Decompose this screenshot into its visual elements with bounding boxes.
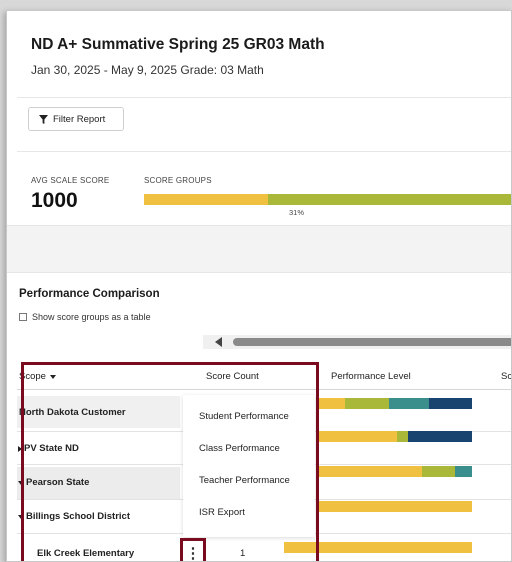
row-label-text: Pearson State	[26, 477, 90, 488]
bar-segment[interactable]	[407, 431, 472, 442]
scope-header-label: Scope	[19, 371, 46, 382]
bar-segment[interactable]	[319, 501, 472, 512]
performance-comparison-title: Performance Comparison	[19, 288, 160, 300]
bar-segment[interactable]	[319, 398, 345, 409]
performance-level-bar[interactable]	[319, 431, 472, 442]
row-label-text: North Dakota Customer	[19, 407, 126, 418]
table-row-label[interactable]: Pearson State	[18, 477, 89, 488]
row-context-menu: Student Performance Class Performance Te…	[183, 395, 315, 537]
menu-item-isr-export[interactable]: ISR Export	[199, 507, 245, 518]
collapse-down-icon[interactable]	[18, 480, 24, 485]
score-count-value: 1	[240, 548, 246, 559]
bar-segment[interactable]	[284, 542, 472, 553]
divider	[17, 97, 511, 98]
performance-level-bar[interactable]	[319, 466, 472, 477]
sort-caret-icon	[49, 374, 56, 379]
expand-right-icon[interactable]	[18, 445, 22, 452]
show-table-label: Show score groups as a table	[32, 312, 151, 322]
truncated-column-header[interactable]: Sc	[501, 371, 511, 382]
kebab-menu-icon[interactable]: ⋮	[180, 538, 206, 561]
filter-report-label: Filter Report	[53, 113, 106, 125]
filter-report-button[interactable]: Filter Report	[28, 107, 124, 131]
bar-segment[interactable]	[455, 466, 472, 477]
bar-segment[interactable]	[397, 431, 408, 442]
performance-level-column-header[interactable]: Performance Level	[331, 371, 411, 382]
score-groups-bar[interactable]	[144, 194, 511, 205]
funnel-icon	[39, 114, 48, 124]
empty-band	[7, 225, 511, 273]
performance-level-bar[interactable]	[319, 398, 472, 409]
menu-item-class-performance[interactable]: Class Performance	[199, 443, 280, 454]
scroll-left-arrow-icon[interactable]	[215, 337, 222, 347]
bar-segment[interactable]	[345, 398, 390, 409]
row-label-text: Billings School District	[26, 511, 130, 522]
avg-scale-score-label: AVG SCALE SCORE	[31, 176, 110, 185]
menu-item-teacher-performance[interactable]: Teacher Performance	[199, 475, 290, 486]
score-groups-label: SCORE GROUPS	[144, 176, 212, 185]
divider	[17, 151, 511, 152]
table-row-label[interactable]: Elk Creek Elementary	[37, 548, 134, 559]
report-subtitle: Jan 30, 2025 - May 9, 2025 Grade: 03 Mat…	[31, 63, 264, 77]
divider	[17, 389, 511, 390]
performance-level-bar[interactable]	[284, 542, 472, 553]
bar-segment[interactable]	[429, 398, 472, 409]
row-label-text: PV State ND	[24, 443, 79, 454]
bar-segment[interactable]	[268, 194, 511, 205]
row-label-text: Elk Creek Elementary	[37, 548, 135, 559]
report-window: ND A+ Summative Spring 25 GR03 Math Jan …	[6, 10, 512, 562]
score-groups-percent: 31%	[289, 208, 305, 217]
table-row-label[interactable]: North Dakota Customer	[19, 407, 126, 418]
show-table-toggle[interactable]: Show score groups as a table	[19, 312, 151, 322]
report-title: ND A+ Summative Spring 25 GR03 Math	[31, 36, 325, 53]
scope-column-header[interactable]: Scope	[19, 371, 56, 382]
performance-level-bar[interactable]	[319, 501, 472, 512]
menu-item-student-performance[interactable]: Student Performance	[199, 411, 289, 422]
scrollbar-thumb[interactable]	[233, 338, 511, 346]
collapse-down-icon[interactable]	[18, 514, 24, 519]
table-row-label[interactable]: PV State ND	[18, 443, 79, 454]
show-table-checkbox[interactable]	[19, 313, 27, 321]
bar-segment[interactable]	[144, 194, 268, 205]
bar-segment[interactable]	[389, 398, 430, 409]
bar-segment[interactable]	[319, 431, 398, 442]
score-count-column-header[interactable]: Score Count	[206, 371, 259, 382]
table-row-label[interactable]: Billings School District	[18, 511, 130, 522]
bar-segment[interactable]	[319, 466, 422, 477]
bar-segment[interactable]	[421, 466, 456, 477]
avg-scale-score-value: 1000	[31, 189, 78, 212]
